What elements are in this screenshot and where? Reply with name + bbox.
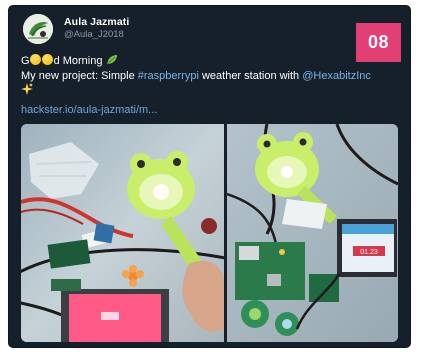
- photo-gallery[interactable]: 01.23: [21, 124, 398, 342]
- photo-left-image: [21, 124, 224, 342]
- project-text-middle: weather station with: [198, 69, 303, 82]
- sparkle-line: [21, 83, 351, 98]
- mention-link[interactable]: @HexabitzInc: [302, 70, 371, 82]
- photo-left[interactable]: [21, 124, 224, 342]
- smiley-emoji-icon: [42, 54, 54, 65]
- user-handle[interactable]: @Aula_J2018: [64, 29, 124, 40]
- display-name[interactable]: Aula Jazmati: [64, 16, 129, 28]
- greeting-line: Gd Morning: [21, 54, 351, 69]
- page-number-badge: 08: [356, 23, 401, 62]
- tweet-text: Gd Morning My new project: Simple #raspb…: [21, 54, 371, 98]
- tweet-card[interactable]: Aula Jazmati @Aula_J2018 08 Gd Morning M…: [9, 6, 410, 347]
- leaf-emoji-icon: [106, 55, 117, 65]
- greeting-text-start: G: [21, 55, 30, 67]
- project-text-prefix: My new project: Simple: [21, 69, 138, 82]
- sparkles-emoji-icon: [21, 83, 33, 95]
- hashtag-link[interactable]: #raspberrypi: [138, 70, 199, 82]
- photo-right[interactable]: 01.23: [227, 124, 398, 342]
- project-url-link[interactable]: hackster.io/aula-jazmati/m...: [21, 104, 157, 116]
- avatar[interactable]: [23, 14, 53, 44]
- greeting-text-end: d Morning: [53, 55, 103, 67]
- photo-right-image: 01.23: [227, 124, 398, 342]
- lcd-value: 01.23: [360, 249, 378, 256]
- project-line: My new project: Simple #raspberrypi weat…: [21, 69, 371, 84]
- smiley-emoji-icon: [30, 54, 42, 65]
